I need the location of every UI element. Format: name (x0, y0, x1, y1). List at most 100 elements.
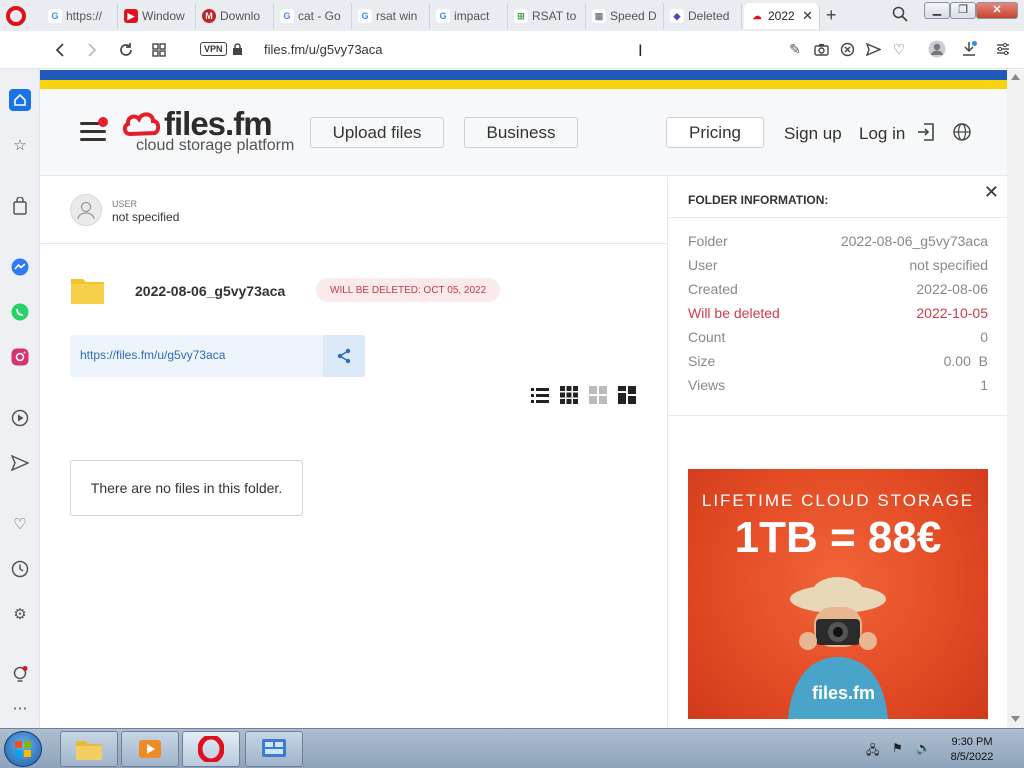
forward-icon[interactable] (82, 40, 102, 60)
reload-icon[interactable] (116, 40, 136, 60)
tab-label: Window (142, 9, 185, 23)
more-icon[interactable]: ⋯ (9, 697, 31, 719)
info-row-will-be-deleted: Will be deleted 2022-10-05 (688, 305, 988, 325)
divider (40, 243, 667, 244)
tab-5[interactable]: G rsat win (352, 3, 430, 29)
mosaic-view-icon[interactable] (617, 385, 637, 405)
info-key: Will be deleted (688, 305, 780, 321)
lifetime-storage-ad[interactable]: LIFETIME CLOUD STORAGE 1TB = 88€ files.f… (688, 469, 988, 719)
minimize-icon[interactable]: ▁ (924, 2, 950, 19)
tab-label: Deleted (688, 9, 730, 23)
tab-6[interactable]: G impact (430, 3, 508, 29)
mega-icon: M (202, 9, 216, 23)
network-app-taskbar-icon[interactable] (245, 731, 303, 767)
scroll-up-icon[interactable] (1011, 74, 1020, 80)
tab-9[interactable]: ◆ Deleted (664, 3, 742, 29)
tabs-overview-icon[interactable] (149, 40, 169, 60)
tab-7[interactable]: ⊞ RSAT to (508, 3, 586, 29)
instagram-icon[interactable] (9, 346, 31, 368)
google-icon: G (280, 9, 294, 23)
info-row-user: User not specified (688, 257, 988, 277)
user-value: not specified (112, 210, 180, 224)
tab-label: https:// (66, 9, 103, 23)
search-tabs-icon[interactable] (892, 6, 908, 22)
flow-send-icon[interactable] (9, 452, 31, 474)
shopping-icon[interactable] (9, 195, 31, 217)
tab-4[interactable]: G cat - Go (274, 3, 352, 29)
whatsapp-icon[interactable] (9, 301, 31, 323)
sign-up-link[interactable]: Sign up (784, 124, 842, 144)
info-key: Size (688, 353, 716, 369)
edit-icon[interactable]: ✎ (786, 40, 804, 58)
info-row-count: Count 0 (688, 329, 988, 349)
maximize-icon[interactable]: ❐ (950, 2, 976, 19)
ad-logo: files.fm (812, 683, 876, 703)
tab-3[interactable]: M Downlo (196, 3, 274, 29)
url-field[interactable]: files.fm/u/g5vy73aca (264, 42, 383, 57)
login-arrow-icon[interactable] (916, 122, 936, 142)
pricing-button[interactable]: Pricing (666, 117, 764, 148)
heart-icon[interactable]: ♡ (890, 40, 908, 58)
folder-icon (71, 279, 104, 304)
back-icon[interactable] (50, 40, 70, 60)
page-scrollbar[interactable] (1007, 70, 1024, 728)
business-button[interactable]: Business (464, 117, 578, 148)
log-in-link[interactable]: Log in (859, 124, 905, 144)
volume-icon[interactable]: 🔈 (916, 741, 931, 755)
opera-taskbar-icon[interactable] (182, 731, 240, 767)
player-icon[interactable] (9, 407, 31, 429)
youtube-icon: ▶ (124, 9, 138, 23)
opera-logo-icon[interactable] (6, 6, 26, 26)
file-explorer-taskbar-icon[interactable] (60, 731, 118, 767)
tab-1[interactable]: G https:// (42, 3, 118, 29)
bookmarks-heart-icon[interactable]: ♡ (9, 513, 31, 535)
network-tray-icon[interactable]: 🖧 (866, 741, 880, 757)
tab-2[interactable]: ▶ Window (118, 3, 196, 29)
user-caption: USER (112, 199, 138, 209)
new-tab-icon[interactable]: + (826, 5, 837, 26)
system-clock[interactable]: 9:30 PM 8/5/2022 (940, 735, 1004, 765)
vpn-badge[interactable]: VPN (200, 42, 227, 56)
camera-icon[interactable] (812, 40, 830, 58)
tab-8[interactable]: ▦ Speed D (586, 3, 664, 29)
logo-tagline: cloud storage platform (136, 137, 295, 154)
divider (668, 217, 1007, 218)
grid-view-icon[interactable] (559, 385, 579, 405)
google-icon: G (48, 9, 62, 23)
ad-headline: LIFETIME CLOUD STORAGE (701, 491, 975, 510)
download-icon[interactable] (960, 40, 978, 58)
folder-link[interactable]: https://files.fm/u/g5vy73aca (80, 348, 225, 362)
lock-icon[interactable] (232, 43, 243, 59)
tab-label: cat - Go (298, 9, 341, 23)
settings-gear-icon[interactable]: ⚙ (9, 603, 31, 625)
messenger-icon[interactable] (9, 256, 31, 278)
info-key: Created (688, 281, 738, 297)
close-window-icon[interactable]: ✕ (976, 2, 1018, 19)
large-grid-view-icon[interactable] (588, 385, 608, 405)
pinboards-icon[interactable]: ☆ (9, 134, 31, 156)
media-player-taskbar-icon[interactable] (121, 731, 179, 767)
share-button[interactable] (323, 335, 365, 377)
close-panel-icon[interactable]: ✕ (984, 182, 999, 203)
start-button-icon[interactable] (4, 731, 42, 767)
tab-active[interactable]: ☁ 2022 ✕ (744, 3, 820, 29)
history-icon[interactable] (9, 558, 31, 580)
action-center-flag-icon[interactable]: ⚑ (892, 741, 906, 755)
close-tab-icon[interactable]: ✕ (802, 8, 813, 24)
ad-block-icon[interactable] (838, 40, 856, 58)
language-globe-icon[interactable] (953, 123, 971, 141)
profile-icon[interactable] (928, 40, 946, 58)
home-icon[interactable] (9, 89, 31, 111)
filesfm-cloud-logo-icon[interactable] (122, 111, 160, 137)
easy-setup-icon[interactable] (994, 40, 1012, 58)
folder-link-box: https://files.fm/u/g5vy73aca (70, 335, 365, 377)
send-icon[interactable] (864, 40, 882, 58)
tips-lightbulb-icon[interactable] (9, 664, 31, 686)
upload-files-button[interactable]: Upload files (310, 117, 444, 148)
divider (668, 415, 1007, 416)
list-view-icon[interactable] (530, 385, 550, 405)
scroll-down-icon[interactable] (1011, 716, 1020, 722)
ad-price: 1TB = 88€ (734, 513, 942, 562)
info-value: not specified (909, 257, 988, 273)
windows-taskbar: 🖧 ⚑ 🔈 9:30 PM 8/5/2022 (0, 728, 1024, 768)
